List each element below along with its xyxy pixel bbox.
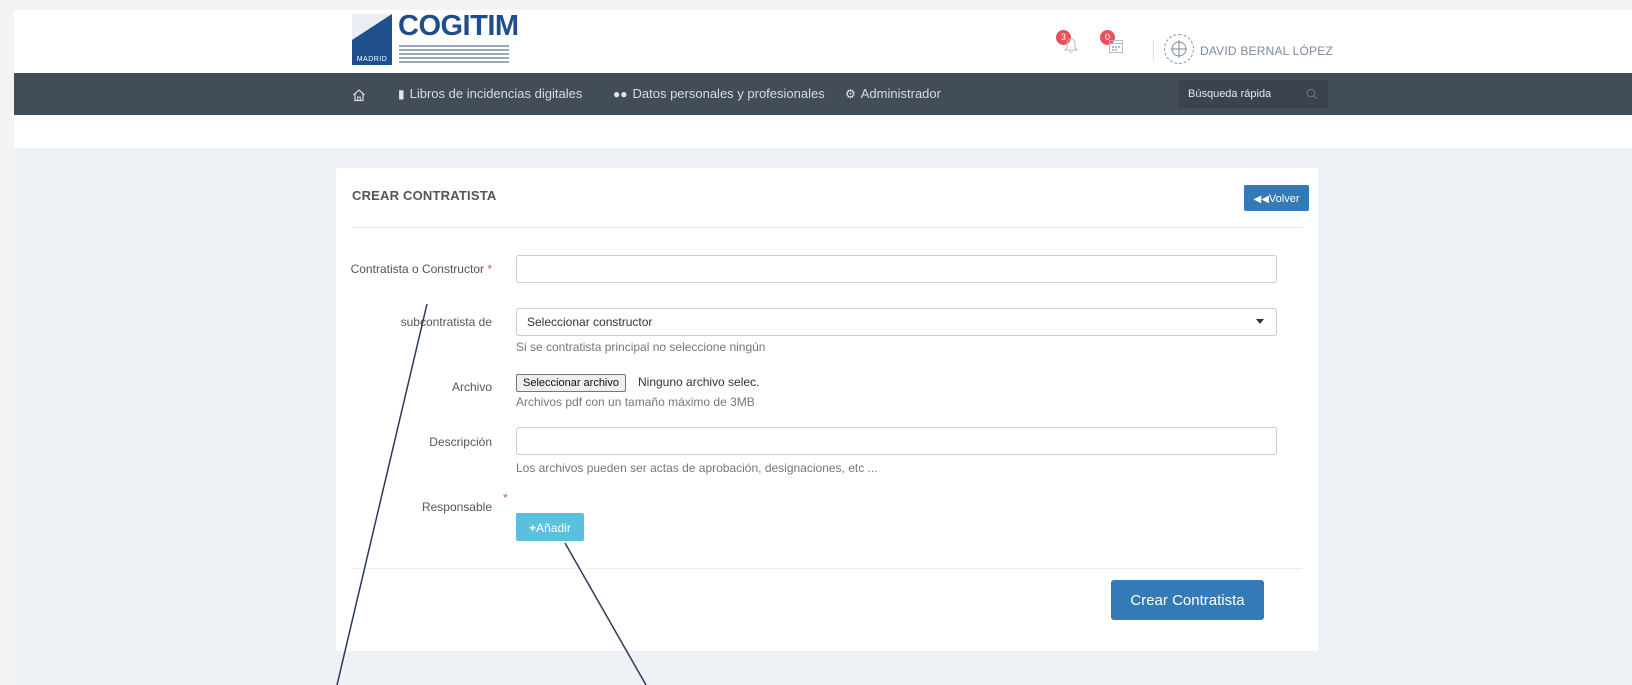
descripcion-help: Los archivos pueden ser actas de aprobac… xyxy=(516,461,878,475)
contratista-label-text: Contratista o Constructor xyxy=(350,262,484,276)
nav-datos-personales[interactable]: ●● Datos personales y profesionales xyxy=(613,73,825,115)
add-button-label: Añadir xyxy=(536,521,571,535)
book-icon: ▮ xyxy=(398,87,405,101)
gears-icon: ⚙ xyxy=(845,87,856,101)
top-header: MADRID COGITIM 3 0 DAVID BERNAL LÓPEZ xyxy=(14,10,1632,73)
add-responsable-button[interactable]: +Añadir xyxy=(516,513,584,541)
subcontratista-label: subcontratista de xyxy=(400,315,492,329)
search-input[interactable] xyxy=(1178,80,1298,108)
contratista-field xyxy=(516,255,1277,283)
calendar-button[interactable]: 0 xyxy=(1100,30,1124,56)
nav-home[interactable] xyxy=(352,73,366,115)
subheader-band xyxy=(14,115,1632,148)
main-navbar: ▮ Libros de incidencias digitales ●● Datos… xyxy=(14,73,1632,115)
subcontratista-selected-value: Seleccionar constructor xyxy=(527,315,653,329)
bell-icon xyxy=(1064,38,1078,53)
create-contractor-button[interactable]: Crear Contratista xyxy=(1111,580,1264,620)
nav-datos-label: Datos personales y profesionales xyxy=(632,86,825,101)
responsable-required-asterisk: * xyxy=(503,491,508,505)
archivo-label: Archivo xyxy=(451,380,492,394)
subcontratista-select[interactable]: Seleccionar constructor xyxy=(516,308,1277,336)
logo-text: COGITIM xyxy=(398,10,519,42)
notifications-button[interactable]: 3 xyxy=(1056,30,1080,56)
descripcion-input[interactable] xyxy=(517,428,1276,454)
nav-administrador[interactable]: ⚙ Administrador xyxy=(845,73,941,115)
crest-icon xyxy=(1171,40,1187,58)
page: MADRID COGITIM 3 0 DAVID BERNAL LÓPEZ ▮ … xyxy=(14,10,1632,685)
create-contractor-card: CREAR CONTRATISTA ◀◀Volver Contratista o… xyxy=(336,168,1318,651)
file-select-button[interactable]: Seleccionar archivo xyxy=(516,374,626,392)
nav-admin-label: Administrador xyxy=(860,86,941,101)
logo-madrid-label: MADRID xyxy=(352,55,392,65)
back-button-label: Volver xyxy=(1268,193,1300,205)
users-icon: ●● xyxy=(613,87,628,101)
page-title: CREAR CONTRATISTA xyxy=(352,188,497,203)
quick-search xyxy=(1178,80,1328,108)
card-header-divider xyxy=(352,227,1302,228)
search-icon[interactable] xyxy=(1306,88,1318,100)
nav-libros-incidencias[interactable]: ▮ Libros de incidencias digitales xyxy=(398,73,582,115)
back-button[interactable]: ◀◀Volver xyxy=(1244,185,1309,211)
user-name[interactable]: DAVID BERNAL LÓPEZ xyxy=(1200,44,1333,58)
caret-down-icon xyxy=(1256,319,1264,324)
responsable-label: Responsable xyxy=(421,500,492,514)
card-footer-divider xyxy=(352,568,1302,569)
descripcion-field xyxy=(516,427,1277,455)
nav-libros-label: Libros de incidencias digitales xyxy=(409,86,583,101)
file-status: Ninguno archivo selec. xyxy=(638,375,760,389)
calendar-icon xyxy=(1109,40,1123,53)
required-asterisk: * xyxy=(487,262,492,276)
descripcion-label: Descripción xyxy=(429,435,492,449)
contratista-label: Contratista o Constructor * xyxy=(342,261,492,278)
home-icon xyxy=(353,88,365,101)
double-chevron-left-icon: ◀◀ xyxy=(1253,194,1269,205)
cogitim-logo[interactable]: MADRID COGITIM xyxy=(352,10,519,66)
logo-subtitle-lines xyxy=(399,45,509,65)
archivo-help: Archivos pdf con un tamaño máximo de 3MB xyxy=(516,395,755,409)
subcontratista-help: Si se contratista principal no seleccion… xyxy=(516,340,766,354)
header-divider xyxy=(1153,40,1154,60)
contratista-input[interactable] xyxy=(517,256,1276,282)
avatar[interactable] xyxy=(1164,34,1194,64)
